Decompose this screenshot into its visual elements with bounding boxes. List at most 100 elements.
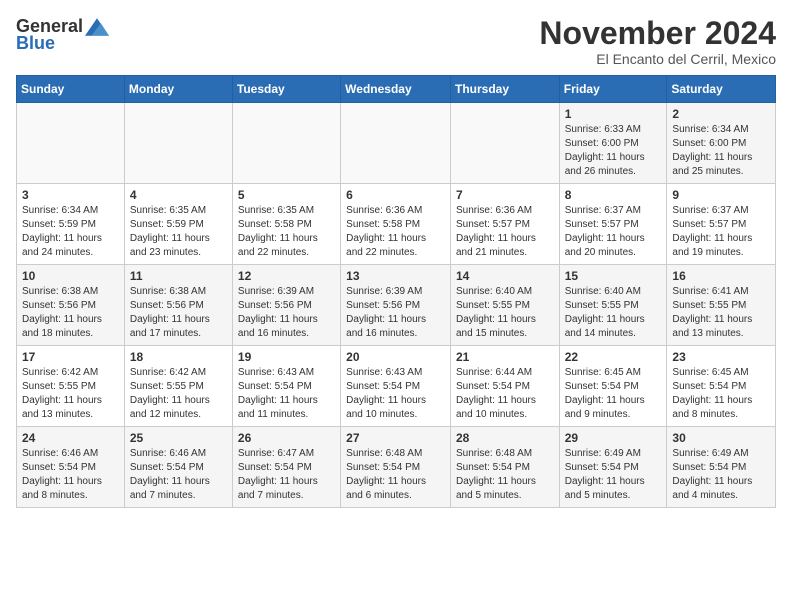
col-monday: Monday [124,76,232,103]
sunset-time: Sunset: 5:54 PM [130,462,204,473]
day-number: 7 [456,188,554,202]
sunset-time: Sunset: 5:54 PM [346,381,420,392]
sunset-time: Sunset: 5:54 PM [22,462,96,473]
day-info: Sunrise: 6:42 AMSunset: 5:55 PMDaylight:… [130,366,227,422]
calendar-header-row: Sunday Monday Tuesday Wednesday Thursday… [17,76,776,103]
calendar-table: Sunday Monday Tuesday Wednesday Thursday… [16,75,776,508]
daylight-hours: Daylight: 11 hours and 16 minutes. [346,314,426,339]
daylight-hours: Daylight: 11 hours and 18 minutes. [22,314,102,339]
day-number: 19 [238,350,335,364]
day-number: 24 [22,431,119,445]
daylight-hours: Daylight: 11 hours and 7 minutes. [238,476,318,501]
table-row: 17Sunrise: 6:42 AMSunset: 5:55 PMDayligh… [17,346,125,427]
day-number: 18 [130,350,227,364]
table-row: 9Sunrise: 6:37 AMSunset: 5:57 PMDaylight… [667,184,776,265]
sunset-time: Sunset: 5:59 PM [22,219,96,230]
day-number: 30 [672,431,770,445]
daylight-hours: Daylight: 11 hours and 17 minutes. [130,314,210,339]
day-info: Sunrise: 6:40 AMSunset: 5:55 PMDaylight:… [456,285,554,341]
table-row: 15Sunrise: 6:40 AMSunset: 5:55 PMDayligh… [559,265,667,346]
daylight-hours: Daylight: 11 hours and 6 minutes. [346,476,426,501]
table-row: 24 Sunrise: 6:46 AMSunset: 5:54 PMDayligh… [17,427,125,508]
day-info: Sunrise: 6:37 AMSunset: 5:57 PMDaylight:… [672,204,770,260]
sunset-time: Sunset: 5:58 PM [238,219,312,230]
daylight-hours: Daylight: 11 hours and 22 minutes. [346,233,426,258]
day-number: 23 [672,350,770,364]
day-number: 6 [346,188,445,202]
day-info: Sunrise: 6:43 AMSunset: 5:54 PMDaylight:… [346,366,445,422]
day-number: 1 [565,107,662,121]
calendar-week-3: 10Sunrise: 6:38 AMSunset: 5:56 PMDayligh… [17,265,776,346]
table-row: 8Sunrise: 6:37 AMSunset: 5:57 PMDaylight… [559,184,667,265]
day-info: Sunrise: 6:42 AM Sunset: 5:55 PM Daylight:… [22,366,119,422]
table-row: 30Sunrise: 6:49 AMSunset: 5:54 PMDayligh… [667,427,776,508]
daylight-hours: Daylight: 11 hours and 15 minutes. [456,314,536,339]
daylight-hours: Daylight: 11 hours and 5 minutes. [456,476,536,501]
table-row: 3Sunrise: 6:34 AMSunset: 5:59 PMDaylight… [17,184,125,265]
sunset-time: Sunset: 5:55 PM [22,381,96,392]
day-number: 14 [456,269,554,283]
col-tuesday: Tuesday [232,76,340,103]
col-saturday: Saturday [667,76,776,103]
day-info: Sunrise: 6:46 AMSunset: 5:54 PMDaylight:… [130,447,227,503]
day-info: Sunrise: 6:46 AMSunset: 5:54 PMDaylight:… [22,447,119,503]
sunrise-time: Sunrise: 6:37 AM [672,205,748,216]
table-row: 4Sunrise: 6:35 AMSunset: 5:59 PMDaylight… [124,184,232,265]
col-wednesday: Wednesday [341,76,451,103]
col-friday: Friday [559,76,667,103]
sunrise-time: Sunrise: 6:36 AM [456,205,532,216]
logo-blue: Blue [16,33,55,54]
calendar-week-1: 1Sunrise: 6:33 AMSunset: 6:00 PMDaylight… [17,103,776,184]
day-info: Sunrise: 6:45 AMSunset: 5:54 PMDaylight:… [565,366,662,422]
sunset-time: Sunset: 5:57 PM [565,219,639,230]
sunrise-time: Sunrise: 6:43 AM [238,367,314,378]
logo-icon [85,18,109,36]
day-info: Sunrise: 6:44 AMSunset: 5:54 PMDaylight:… [456,366,554,422]
sunrise-time: Sunrise: 6:40 AM [565,286,641,297]
table-row: 26Sunrise: 6:47 AMSunset: 5:54 PMDayligh… [232,427,340,508]
sunrise-time: Sunrise: 6:33 AM [565,124,641,135]
location-subtitle: El Encanto del Cerril, Mexico [539,51,776,67]
title-block: November 2024 El Encanto del Cerril, Mex… [539,16,776,67]
table-row: 1Sunrise: 6:33 AMSunset: 6:00 PMDaylight… [559,103,667,184]
day-number: 25 [130,431,227,445]
page-header: General Blue November 2024 El Encanto de… [16,16,776,67]
day-info: Sunrise: 6:38 AMSunset: 5:56 PMDaylight:… [130,285,227,341]
table-row: 12Sunrise: 6:39 AMSunset: 5:56 PMDayligh… [232,265,340,346]
day-number: 10 [22,269,119,283]
daylight-hours: Daylight: 11 hours and 13 minutes. [22,395,102,420]
sunrise-time: Sunrise: 6:49 AM [565,448,641,459]
day-info: Sunrise: 6:47 AMSunset: 5:54 PMDaylight:… [238,447,335,503]
daylight-hours: Daylight: 11 hours and 19 minutes. [672,233,752,258]
sunrise-time: Sunrise: 6:42 AM [22,367,98,378]
sunrise-time: Sunrise: 6:38 AM [22,286,98,297]
day-info: Sunrise: 6:35 AMSunset: 5:59 PMDaylight:… [130,204,227,260]
daylight-hours: Daylight: 11 hours and 24 minutes. [22,233,102,258]
daylight-hours: Daylight: 11 hours and 12 minutes. [130,395,210,420]
daylight-hours: Daylight: 11 hours and 26 minutes. [565,152,645,177]
daylight-hours: Daylight: 11 hours and 4 minutes. [672,476,752,501]
table-row [17,103,125,184]
day-number: 11 [130,269,227,283]
sunrise-time: Sunrise: 6:44 AM [456,367,532,378]
daylight-hours: Daylight: 11 hours and 10 minutes. [346,395,426,420]
day-info: Sunrise: 6:49 AMSunset: 5:54 PMDaylight:… [565,447,662,503]
table-row: 6Sunrise: 6:36 AMSunset: 5:58 PMDaylight… [341,184,451,265]
sunrise-time: Sunrise: 6:34 AM [22,205,98,216]
day-number: 20 [346,350,445,364]
table-row [341,103,451,184]
day-info: Sunrise: 6:34 AMSunset: 6:00 PMDaylight:… [672,123,770,179]
sunset-time: Sunset: 5:54 PM [672,381,746,392]
table-row: 14 Sunrise: 6:40 AMSunset: 5:55 PMDayligh… [450,265,559,346]
sunset-time: Sunset: 5:55 PM [130,381,204,392]
day-info: Sunrise: 6:35 AMSunset: 5:58 PMDaylight:… [238,204,335,260]
sunset-time: Sunset: 5:56 PM [346,300,420,311]
sunset-time: Sunset: 5:54 PM [565,462,639,473]
day-number: 8 [565,188,662,202]
table-row: 19 Sunrise: 6:43 AMSunset: 5:54 PMDayligh… [232,346,340,427]
day-info: Sunrise: 6:39 AMSunset: 5:56 PMDaylight:… [238,285,335,341]
daylight-hours: Daylight: 11 hours and 20 minutes. [565,233,645,258]
sunset-time: Sunset: 5:57 PM [456,219,530,230]
sunrise-time: Sunrise: 6:48 AM [456,448,532,459]
day-info: Sunrise: 6:43 AMSunset: 5:54 PMDaylight:… [238,366,335,422]
